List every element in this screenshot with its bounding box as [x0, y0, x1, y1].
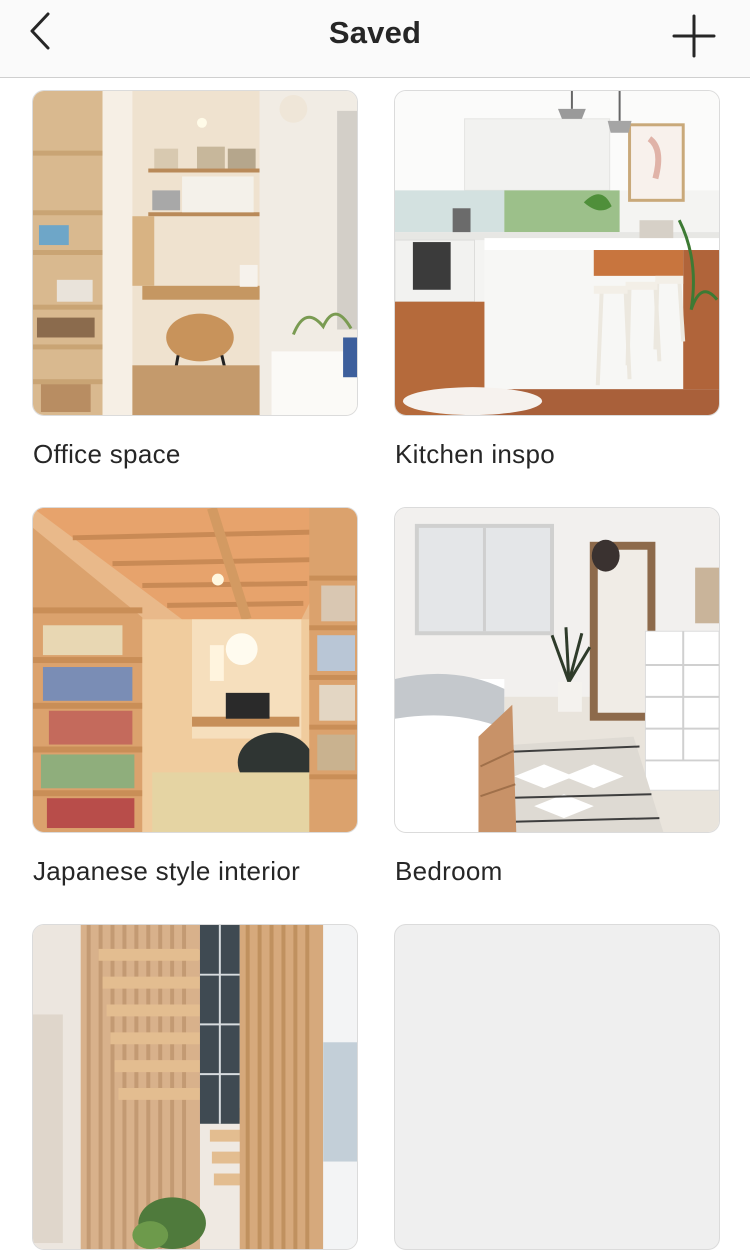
collection-label: Office space [33, 439, 181, 469]
bedroom-cover-image [395, 508, 719, 832]
japanese-style-interior-cover-image [33, 508, 357, 832]
plus-icon [672, 14, 716, 58]
collection-label: Japanese style interior [33, 856, 301, 886]
kitchen-inspo-cover-image [395, 91, 719, 415]
collection-tile-placeholder[interactable] [394, 924, 720, 1250]
collection-tile-staircase[interactable] [32, 924, 358, 1250]
collection-label: Kitchen inspo [395, 439, 556, 469]
collection-tile-office-space[interactable] [32, 90, 358, 416]
collection-label: Bedroom [395, 856, 503, 886]
office-space-cover-image [33, 91, 357, 415]
page-title: Saved [328, 15, 422, 50]
collection-tile-japanese-style-interior[interactable] [32, 507, 358, 833]
add-collection-button[interactable] [670, 12, 718, 60]
collection-tile-bedroom[interactable] [394, 507, 720, 833]
top-nav-bar: Saved [0, 0, 750, 78]
collection-tile-kitchen-inspo[interactable] [394, 90, 720, 416]
staircase-cover-image [33, 925, 357, 1249]
